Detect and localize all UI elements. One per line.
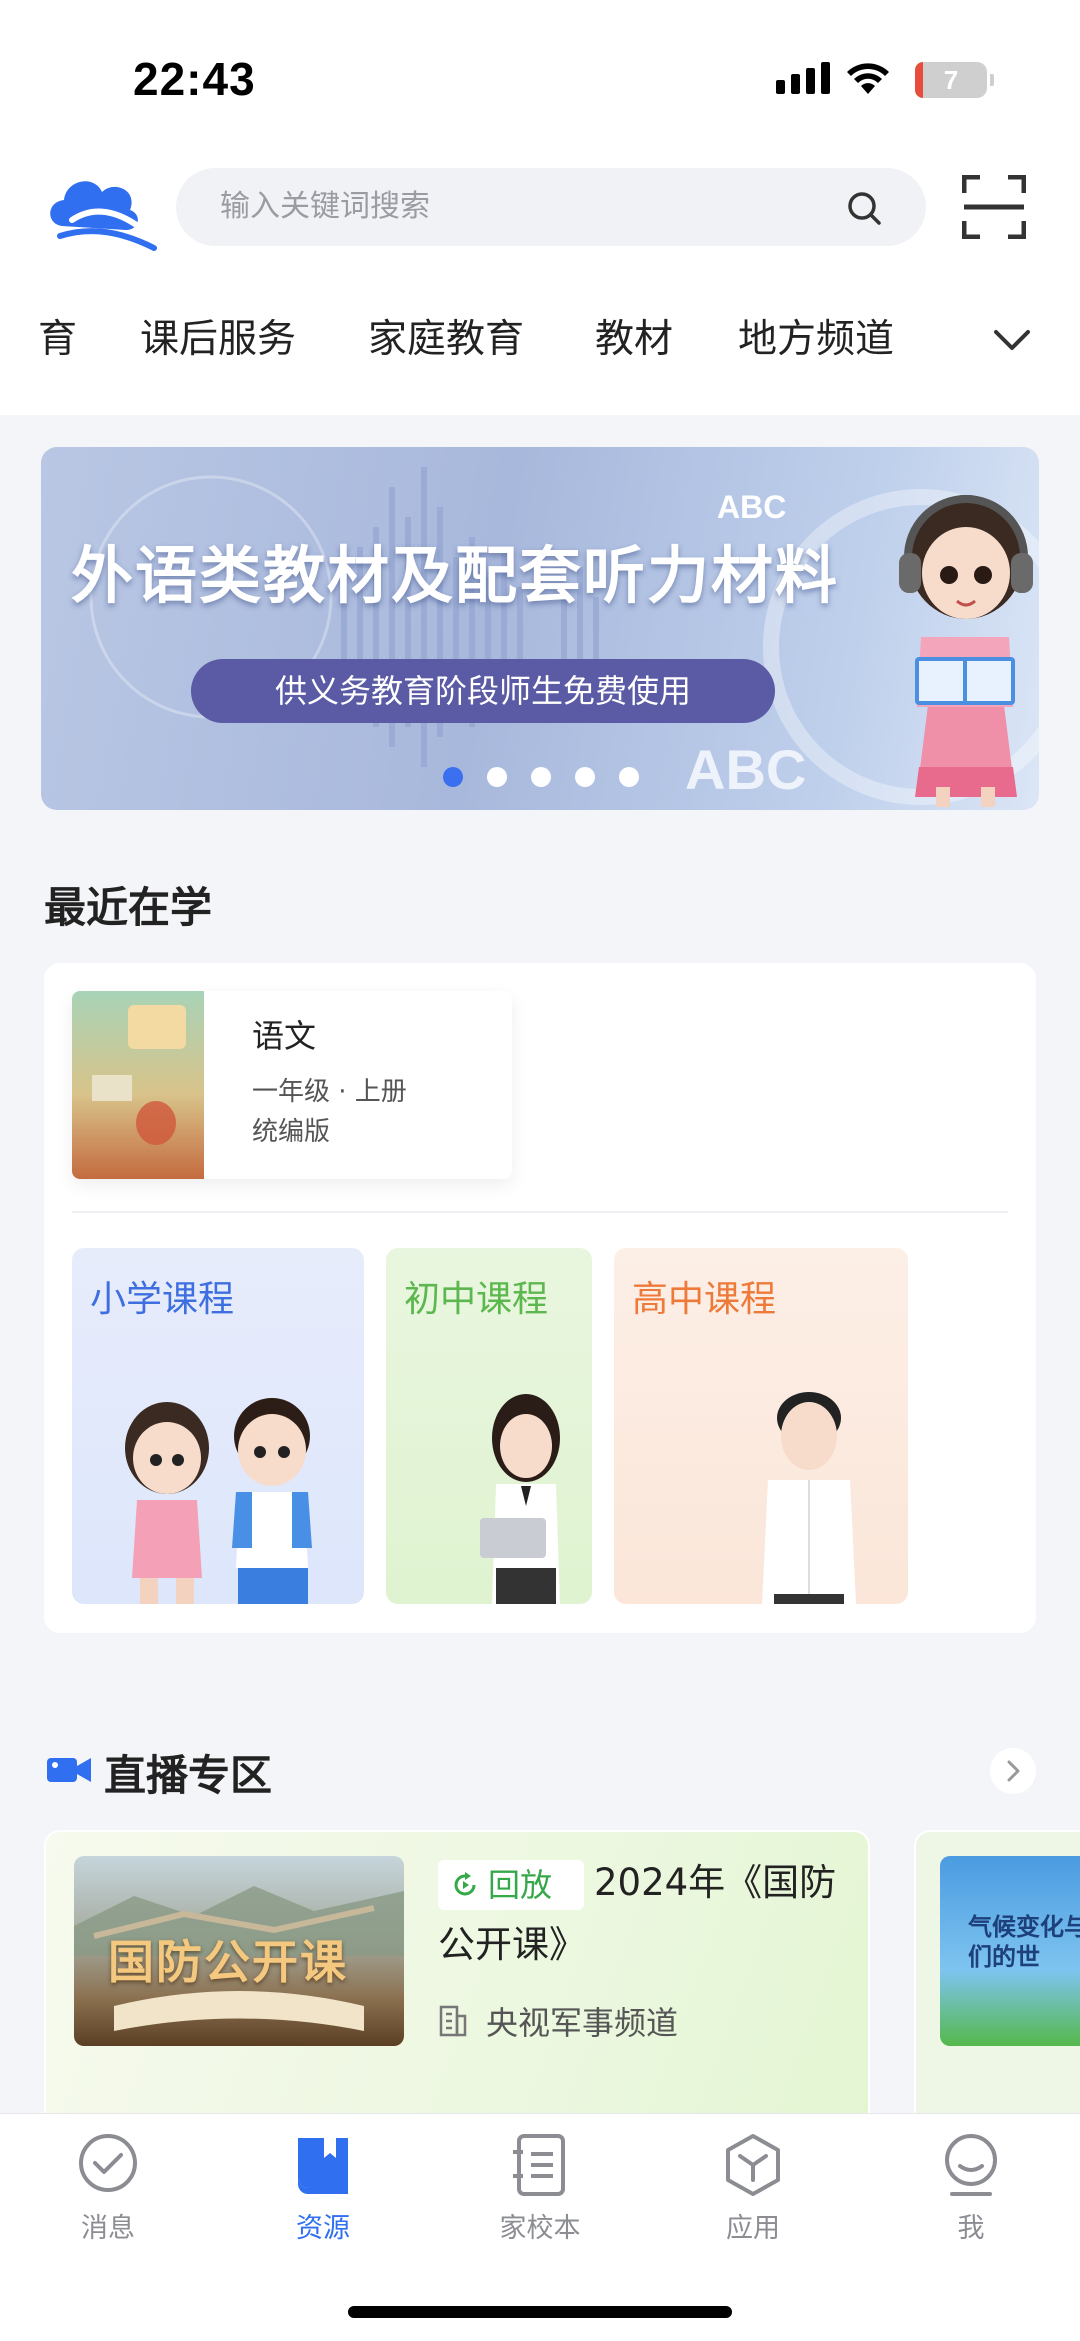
- status-time: 22:43: [133, 53, 256, 105]
- search-input[interactable]: 输入关键词搜索: [220, 168, 430, 246]
- scan-icon[interactable]: [962, 175, 1026, 239]
- recent-book-card[interactable]: 语文 一年级 · 上册 统编版: [72, 991, 512, 1179]
- tabbar-item-homeschool[interactable]: 家校本: [470, 2132, 610, 2245]
- tabbar-label-homeschool: 家校本: [499, 2213, 581, 2244]
- replay-badge: 回放: [438, 1860, 584, 1910]
- tab-education[interactable]: 育: [38, 300, 77, 400]
- course-primary-label: 小学课程: [90, 1279, 235, 1320]
- live-thumbnail: 国防公开课: [74, 1856, 404, 2046]
- banner-dot[interactable]: [487, 767, 507, 787]
- live-channel-name: 央视军事频道: [486, 2004, 679, 2042]
- teacher-male-illustration: [762, 1392, 856, 1604]
- wifi-icon: [847, 63, 889, 94]
- book-grade: 一年级 · 上册: [252, 1077, 407, 1107]
- profile-icon: [945, 2134, 997, 2196]
- promo-banner[interactable]: 外语类教材及配套听力材料 ABC 供义务教育阶段师生免费使用 ABC: [41, 447, 1039, 810]
- students-illustration: [125, 1398, 312, 1604]
- banner-abc-large: ABC: [685, 738, 807, 801]
- banner-pagination[interactable]: [443, 767, 639, 787]
- divider: [72, 1211, 1008, 1213]
- live-section-title: 直播专区: [104, 1751, 273, 1800]
- tabbar-item-messages[interactable]: 消息: [38, 2132, 178, 2245]
- banner-title: 外语类教材及配套听力材料: [71, 539, 840, 612]
- course-high-label: 高中课程: [632, 1279, 777, 1320]
- tabbar-item-apps[interactable]: 应用: [683, 2132, 823, 2245]
- book-subject: 语文: [252, 1017, 317, 1055]
- live-thumbnail-2-title: 气候变化与我们的世: [968, 1913, 1080, 1971]
- battery-level: 7: [943, 65, 959, 95]
- tabbar-item-me[interactable]: 我: [901, 2132, 1041, 2245]
- live-section-more-button[interactable]: [990, 1748, 1036, 1794]
- live-thumbnail-2: 气候变化与我们的世: [940, 1856, 1080, 2046]
- banner-dot[interactable]: [619, 767, 639, 787]
- course-middle-label: 初中课程: [404, 1279, 549, 1320]
- tab-after-school[interactable]: 课后服务: [140, 300, 296, 400]
- girl-with-headphones-illustration: [899, 495, 1033, 807]
- course-high[interactable]: 高中课程: [614, 1248, 908, 1604]
- live-card-2[interactable]: 气候变化与我们的世: [914, 1830, 1080, 2130]
- banner-subtitle: 供义务教育阶段师生免费使用: [191, 659, 775, 723]
- home-indicator[interactable]: [348, 2306, 732, 2318]
- tabbar-label-messages: 消息: [81, 2213, 135, 2244]
- replay-icon: [454, 1872, 476, 1896]
- recent-card: 语文 一年级 · 上册 统编版 小学课程 初中课程 高中课程: [44, 963, 1036, 1633]
- status-bar: 22:43 7: [0, 0, 1080, 150]
- banner-dot[interactable]: [443, 767, 463, 787]
- book-edition: 统编版: [252, 1117, 331, 1147]
- tabbar-label-apps: 应用: [726, 2213, 780, 2244]
- chevron-down-icon[interactable]: [990, 322, 1034, 358]
- course-middle[interactable]: 初中课程: [386, 1248, 592, 1604]
- live-thumbnail-title: 国防公开课: [108, 1935, 348, 1989]
- search-bar[interactable]: 输入关键词搜索: [176, 168, 926, 246]
- tabbar-item-resources[interactable]: 资源: [253, 2132, 393, 2245]
- app-logo-icon[interactable]: [42, 168, 157, 253]
- course-primary[interactable]: 小学课程: [72, 1248, 364, 1604]
- battery-icon: 7: [915, 62, 994, 98]
- video-camera-icon: [47, 1758, 91, 1782]
- notebook-icon: [513, 2134, 565, 2196]
- tab-textbook[interactable]: 教材: [595, 300, 673, 400]
- message-check-icon: [79, 2134, 137, 2192]
- tabbar-label-me: 我: [957, 2213, 985, 2244]
- live-card[interactable]: 国防公开课 2024年《国防公开课》 回放 央视军事频道: [44, 1830, 870, 2130]
- tabbar-label-resources: 资源: [296, 2213, 350, 2244]
- category-tabs: 育 课后服务 家庭教育 教材 地方频道: [0, 300, 1080, 400]
- tab-local-channel[interactable]: 地方频道: [738, 300, 894, 400]
- recent-section-title: 最近在学: [44, 883, 213, 932]
- replay-label: 回放: [488, 1866, 553, 1904]
- building-icon: [439, 2005, 467, 2037]
- chevron-right-icon: [1007, 1760, 1020, 1782]
- book-icon: [298, 2138, 348, 2194]
- search-icon[interactable]: [846, 190, 882, 226]
- tab-family-education[interactable]: 家庭教育: [368, 300, 524, 400]
- teacher-female-illustration: [480, 1394, 560, 1604]
- banner-abc-small: ABC: [717, 489, 787, 525]
- header: 输入关键词搜索 育 课后服务 家庭教育 教材 地方频道: [0, 150, 1080, 415]
- book-cover-image: [72, 991, 204, 1179]
- banner-dot[interactable]: [575, 767, 595, 787]
- banner-dot[interactable]: [531, 767, 551, 787]
- apps-icon: [726, 2134, 780, 2196]
- cellular-signal-icon: [776, 62, 830, 94]
